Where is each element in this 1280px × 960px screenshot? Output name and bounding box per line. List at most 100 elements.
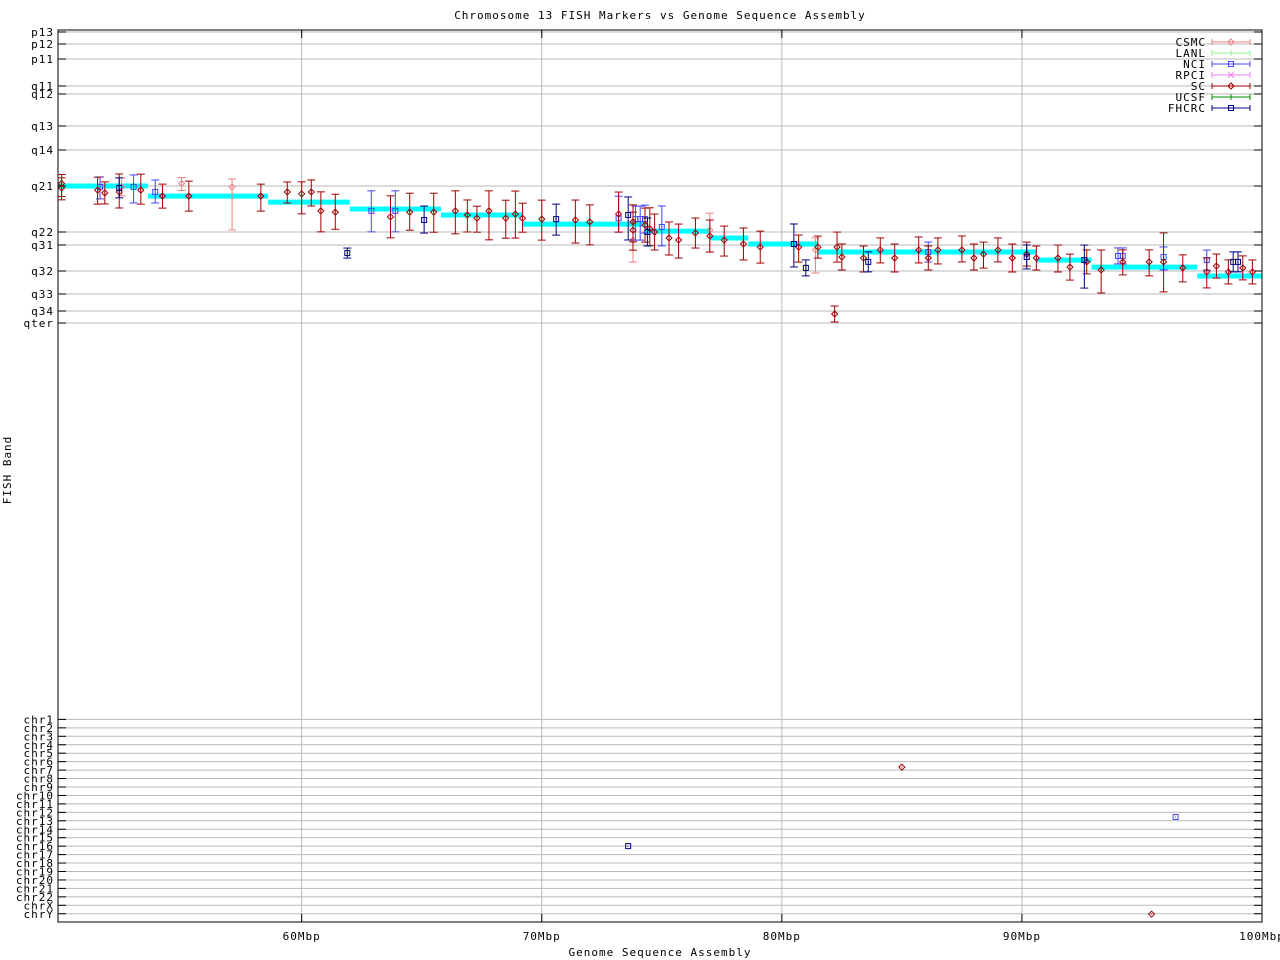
marker-dot: [394, 210, 396, 212]
marker-dot: [409, 211, 411, 213]
marker-dot: [514, 213, 516, 215]
marker-dot: [334, 211, 336, 213]
marker-dot: [841, 256, 843, 258]
marker-dot: [862, 257, 864, 259]
marker-dot: [798, 246, 800, 248]
marker-dot: [522, 217, 524, 219]
marker-dot: [1232, 261, 1234, 263]
marker-dot: [723, 239, 725, 241]
marker-dot: [632, 229, 634, 231]
marker-dot: [423, 219, 425, 221]
marker-dot: [805, 267, 807, 269]
marker-dot: [918, 249, 920, 251]
marker-dot: [505, 217, 507, 219]
marker-dot: [99, 186, 101, 188]
marker-dot: [668, 237, 670, 239]
marker-dot: [476, 217, 478, 219]
marker-dot: [894, 257, 896, 259]
marker-dot: [836, 246, 838, 248]
marker-dot: [644, 224, 646, 226]
series-CSMC: [117, 176, 820, 274]
band-tick-label: q33: [31, 288, 54, 301]
x-tick-label: 60Mbp: [283, 930, 321, 943]
marker-dot: [879, 249, 881, 251]
marker-dot: [589, 221, 591, 223]
band-tick-label: q12: [31, 88, 54, 101]
marker-dot: [488, 210, 490, 212]
band-tick-label: q22: [31, 226, 54, 239]
marker-dot: [618, 213, 620, 215]
marker-dot: [1083, 259, 1085, 261]
marker-dot: [1206, 271, 1208, 273]
marker-dot: [627, 845, 629, 847]
legend: CSMCLANLNCIRPCISCUCSFFHCRC: [1168, 36, 1251, 115]
legend-label: FHCRC: [1168, 102, 1206, 115]
plot-border: [57, 29, 1263, 923]
marker-dot: [1035, 257, 1037, 259]
marker-dot: [927, 257, 929, 259]
marker-dot: [231, 186, 233, 188]
marker-dot: [118, 187, 120, 189]
marker-dot: [1122, 261, 1124, 263]
marker-dot: [555, 218, 557, 220]
marker-dot: [646, 231, 648, 233]
marker-dot: [1069, 266, 1071, 268]
marker-dot: [1230, 63, 1232, 65]
marker-dot: [1057, 257, 1059, 259]
marker-dot: [97, 189, 99, 191]
marker-dot: [793, 243, 795, 245]
band-tick-label: q32: [31, 265, 54, 278]
marker-dot: [1148, 261, 1150, 263]
chr-tick-label: chrY: [24, 908, 55, 921]
marker-dot: [1230, 85, 1232, 87]
band-tick-label: p12: [31, 38, 54, 51]
marker-dot: [678, 239, 680, 241]
band-tick-label: q13: [31, 120, 54, 133]
marker-dot: [466, 214, 468, 216]
band-tick-label: q31: [31, 239, 54, 252]
marker-dot: [1100, 269, 1102, 271]
marker-dot: [1237, 261, 1239, 263]
marker-dot: [61, 187, 63, 189]
chart-title: Chromosome 13 FISH Markers vs Genome Seq…: [454, 9, 866, 22]
series-NCI: [96, 174, 1211, 271]
marker-dot: [104, 192, 106, 194]
marker-dot: [188, 195, 190, 197]
marker-dot: [433, 211, 435, 213]
x-tick-label: 70Mbp: [523, 930, 561, 943]
marker-dot: [817, 246, 819, 248]
marker-dot: [973, 257, 975, 259]
band-tick-label: q14: [31, 144, 54, 157]
x-tick-label: 100Mbp: [1239, 930, 1280, 943]
marker-dot: [742, 243, 744, 245]
marker-dot: [1182, 267, 1184, 269]
marker-dot: [310, 191, 312, 193]
marker-dot: [867, 261, 869, 263]
x-tick-label: 90Mbp: [1003, 930, 1041, 943]
marker-dot: [390, 216, 392, 218]
marker-dot: [161, 195, 163, 197]
x-axis-title: Genome Sequence Assembly: [569, 946, 752, 959]
marker-dot: [901, 766, 903, 768]
marker-dot: [154, 191, 156, 193]
marker-dot: [814, 249, 816, 251]
marker-dot: [260, 195, 262, 197]
tick-labels: p13p12p11q11q12q13q14q21q22q31q32q33q34q…: [16, 26, 1280, 943]
marker-dot: [1117, 255, 1119, 257]
marker-dot: [1251, 271, 1253, 273]
marker-dot: [1151, 913, 1153, 915]
marker-dot: [1011, 257, 1013, 259]
marker-dot: [1242, 267, 1244, 269]
marker-dot: [627, 214, 629, 216]
marker-dot: [1230, 41, 1232, 43]
marker-dot: [1227, 271, 1229, 273]
band-tick-label: q21: [31, 180, 54, 193]
marker-dot: [1163, 261, 1165, 263]
marker-dot: [574, 219, 576, 221]
marker-dot: [937, 249, 939, 251]
marker-dot: [346, 252, 348, 254]
y-axis-title: FISH Band: [1, 436, 14, 505]
marker-dot: [634, 218, 636, 220]
marker-dot: [454, 210, 456, 212]
marker-dot: [301, 193, 303, 195]
